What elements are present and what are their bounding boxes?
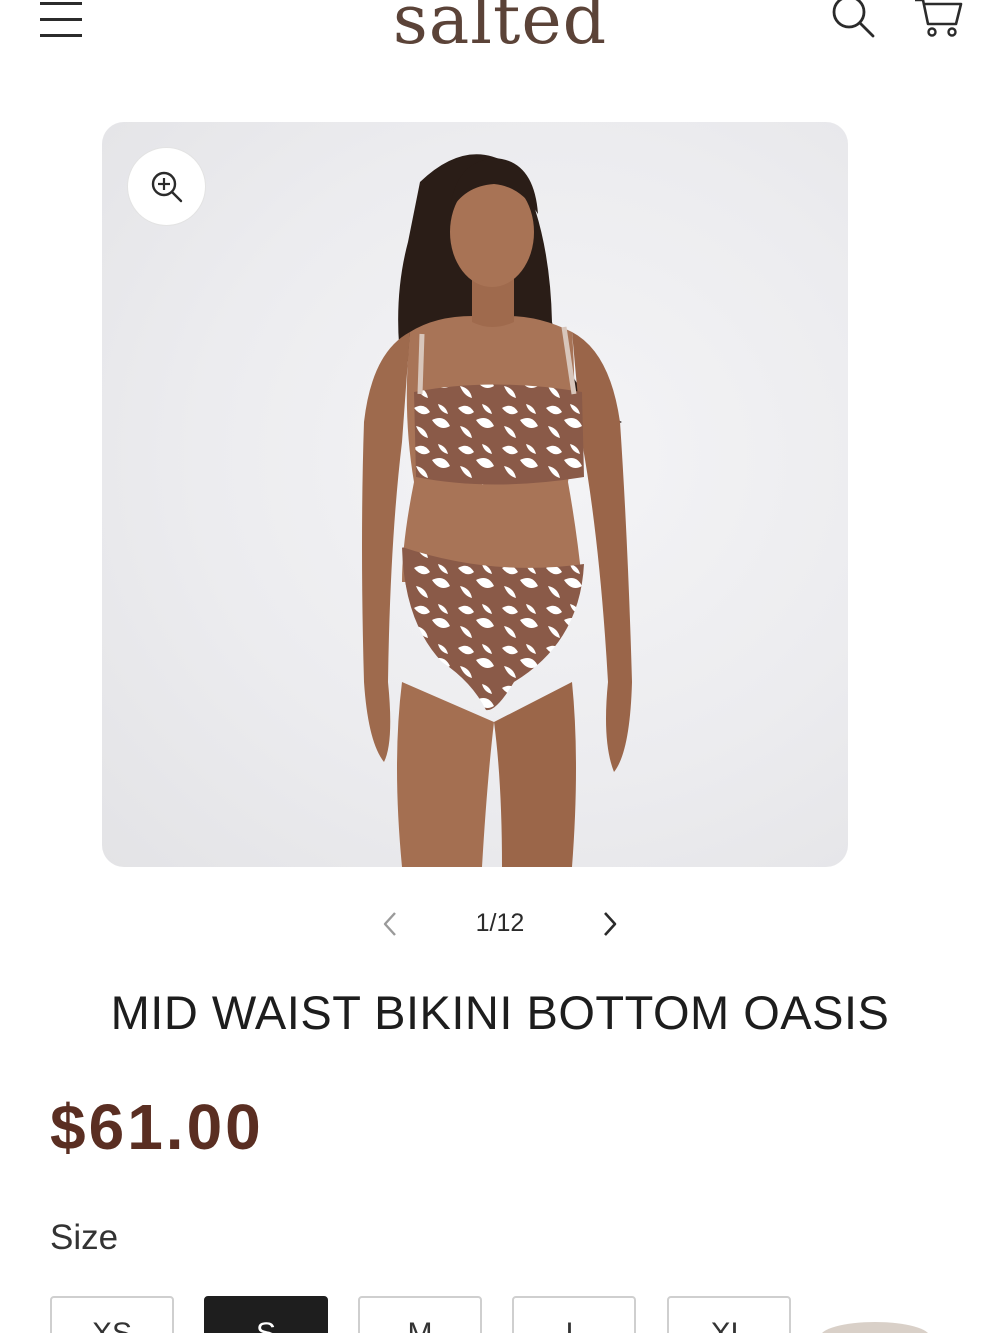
size-option-xs[interactable]: XS: [50, 1296, 174, 1333]
size-option-m[interactable]: M: [358, 1296, 482, 1333]
zoom-button[interactable]: [127, 147, 206, 226]
hamburger-menu-icon[interactable]: [40, 0, 84, 40]
size-option-s[interactable]: S: [204, 1296, 328, 1333]
product-title: MID WAIST BIKINI BOTTOM OASIS: [110, 986, 890, 1039]
brand-logo[interactable]: salted: [375, 0, 625, 56]
gallery-pagination: 1/12: [0, 895, 1000, 955]
product-image: [362, 154, 632, 867]
cart-icon[interactable]: [912, 0, 964, 40]
chevron-right-icon[interactable]: [592, 907, 626, 941]
product-price: $61.00: [50, 1091, 264, 1163]
product-image-gallery[interactable]: [102, 122, 848, 867]
chevron-left-icon[interactable]: [374, 907, 408, 941]
size-option-l[interactable]: L: [512, 1296, 636, 1333]
search-icon[interactable]: [828, 0, 878, 40]
site-header: salted: [0, 0, 1000, 70]
size-label: Size: [50, 1218, 119, 1257]
size-option-xl[interactable]: XL: [667, 1296, 791, 1333]
zoom-in-icon: [151, 171, 183, 203]
gallery-counter: 1/12: [475, 909, 525, 937]
